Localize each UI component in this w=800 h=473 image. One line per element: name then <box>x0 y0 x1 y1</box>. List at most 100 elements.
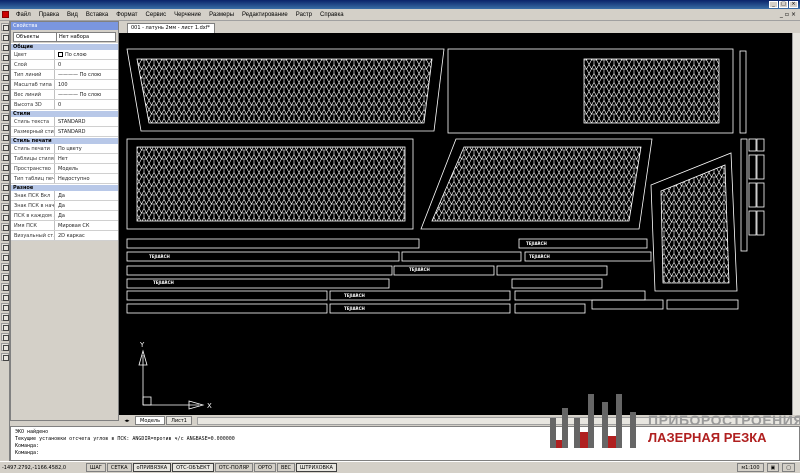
menu-modify[interactable]: Редактирование <box>238 12 292 18</box>
property-value[interactable]: STANDARD <box>55 127 118 136</box>
property-row[interactable]: Размерный сти... STANDARD <box>11 127 118 137</box>
property-row[interactable]: Визуальный ст... 2D каркас <box>11 231 118 241</box>
property-value[interactable]: По слою <box>55 50 118 59</box>
property-row[interactable]: Знак ПСК Вкл Да <box>11 191 118 201</box>
draw-tool-icon[interactable] <box>1 293 9 301</box>
draw-tool-icon[interactable] <box>1 113 9 121</box>
menu-draw[interactable]: Черчение <box>170 12 205 18</box>
fullscreen-icon[interactable]: ▢ <box>782 463 795 472</box>
object-selector[interactable]: Объекты Нет набора <box>13 32 116 42</box>
draw-tool-icon[interactable] <box>1 263 9 271</box>
property-row[interactable]: Тип линий ———— По слою <box>11 70 118 80</box>
property-row[interactable]: Стиль текста STANDARD <box>11 117 118 127</box>
draw-tool-icon[interactable] <box>1 273 9 281</box>
property-row[interactable]: ПСК в каждом ... Да <box>11 211 118 221</box>
draw-tool-icon[interactable] <box>1 353 9 361</box>
property-value[interactable]: 0 <box>55 100 118 109</box>
draw-tool-icon[interactable] <box>1 73 9 81</box>
draw-tool-icon[interactable] <box>1 223 9 231</box>
status-toggle-button[interactable]: ОРТО <box>253 463 276 472</box>
draw-tool-icon[interactable] <box>1 23 9 31</box>
draw-tool-icon[interactable] <box>1 283 9 291</box>
status-toggle-button[interactable]: ШАГ <box>86 463 106 472</box>
draw-tool-icon[interactable] <box>1 103 9 111</box>
property-value[interactable]: ———— По слою <box>55 90 118 99</box>
property-value[interactable]: Модель <box>55 164 118 173</box>
property-value[interactable]: Да <box>55 201 118 210</box>
property-row[interactable]: Слой 0 <box>11 60 118 70</box>
status-toggle-button[interactable]: ОТС-ПОЛЯР <box>214 463 253 472</box>
document-tab[interactable]: 001 - латунь 2мм - лист 1.dxf* <box>127 23 215 33</box>
property-section-header[interactable]: Общие <box>11 43 118 50</box>
draw-tool-icon[interactable] <box>1 143 9 151</box>
draw-tool-icon[interactable] <box>1 133 9 141</box>
property-value[interactable]: 2D каркас <box>55 231 118 240</box>
property-section-header[interactable]: Стиль печати <box>11 137 118 144</box>
doc-restore-icon[interactable]: ▫ <box>785 11 789 18</box>
property-value[interactable]: Мировая СК <box>55 221 118 230</box>
draw-tool-icon[interactable] <box>1 193 9 201</box>
property-value[interactable]: Недоступно <box>55 174 118 183</box>
property-row[interactable]: Тип таблиц печ...Недоступно <box>11 174 118 184</box>
draw-tool-icon[interactable] <box>1 343 9 351</box>
property-section-header[interactable]: Стили <box>11 110 118 117</box>
draw-tool-icon[interactable] <box>1 233 9 241</box>
draw-tool-icon[interactable] <box>1 303 9 311</box>
draw-tool-icon[interactable] <box>1 213 9 221</box>
property-value[interactable]: Да <box>55 191 118 200</box>
draw-tool-icon[interactable] <box>1 173 9 181</box>
draw-tool-icon[interactable] <box>1 33 9 41</box>
property-row[interactable]: Цвет По слою <box>11 50 118 60</box>
property-value[interactable]: 100 <box>55 80 118 89</box>
tab-layout1[interactable]: Лист1 <box>166 416 192 425</box>
status-toggle-button[interactable]: ОТС-ОБЪЕКТ <box>172 463 214 472</box>
draw-tool-icon[interactable] <box>1 203 9 211</box>
property-row[interactable]: Таблицы стиля... Нет <box>11 154 118 164</box>
property-value[interactable]: Нет <box>55 154 118 163</box>
menu-format[interactable]: Формат <box>112 12 141 18</box>
property-section-header[interactable]: Разное <box>11 184 118 191</box>
close-icon[interactable]: × <box>789 1 798 8</box>
menu-help[interactable]: Справка <box>316 12 348 18</box>
property-row[interactable]: Стиль печати По цвету <box>11 144 118 154</box>
property-row[interactable]: Высота 3D 0 <box>11 100 118 110</box>
draw-tool-icon[interactable] <box>1 183 9 191</box>
draw-tool-icon[interactable] <box>1 43 9 51</box>
property-value[interactable]: STANDARD <box>55 117 118 126</box>
draw-tool-icon[interactable] <box>1 243 9 251</box>
draw-tool-icon[interactable] <box>1 163 9 171</box>
property-row[interactable]: Вес линий ———— По слою <box>11 90 118 100</box>
property-value[interactable]: ———— По слою <box>55 70 118 79</box>
vertical-scrollbar[interactable] <box>792 33 800 415</box>
property-value[interactable]: 0 <box>55 60 118 69</box>
property-row[interactable]: Имя ПСК Мировая СК <box>11 221 118 231</box>
menu-tools[interactable]: Сервис <box>142 12 171 18</box>
menu-insert[interactable]: Вставка <box>82 12 112 18</box>
property-value[interactable]: По цвету <box>55 144 118 153</box>
status-toggle-button[interactable]: ВЕС <box>276 463 296 472</box>
property-value[interactable]: Да <box>55 211 118 220</box>
maximize-icon[interactable]: □ <box>779 1 788 8</box>
app-icon[interactable] <box>2 11 9 18</box>
menu-edit[interactable]: Правка <box>35 12 63 18</box>
draw-tool-icon[interactable] <box>1 53 9 61</box>
tab-model[interactable]: Модель <box>135 416 166 425</box>
annotation-scale[interactable]: м1:100 <box>737 463 764 472</box>
menu-raster[interactable]: Растр <box>292 12 316 18</box>
status-toggle-button[interactable]: оПРИВЯЗКА <box>132 463 172 472</box>
status-toggle-button[interactable]: ШТРИХОВКА <box>296 463 337 472</box>
object-selector-value[interactable]: Нет набора <box>57 32 116 42</box>
tab-nav-icon[interactable]: ◂▸ <box>119 418 135 424</box>
draw-tool-icon[interactable] <box>1 313 9 321</box>
minimize-icon[interactable]: _ <box>769 1 778 8</box>
status-toggle-button[interactable]: СЕТКА <box>106 463 132 472</box>
draw-tool-icon[interactable] <box>1 93 9 101</box>
draw-tool-icon[interactable] <box>1 123 9 131</box>
menu-dimensions[interactable]: Размеры <box>205 12 238 18</box>
drawing-canvas[interactable]: TEJIARCH TEJIARCH TEJIARCH TEJIARCH TEJI… <box>119 33 800 415</box>
property-row[interactable]: Масштаб типа 100 <box>11 80 118 90</box>
draw-tool-icon[interactable] <box>1 323 9 331</box>
doc-close-icon[interactable]: × <box>791 11 796 18</box>
lock-icon[interactable]: ▣ <box>766 463 780 472</box>
doc-minimize-icon[interactable]: _ <box>780 11 783 18</box>
